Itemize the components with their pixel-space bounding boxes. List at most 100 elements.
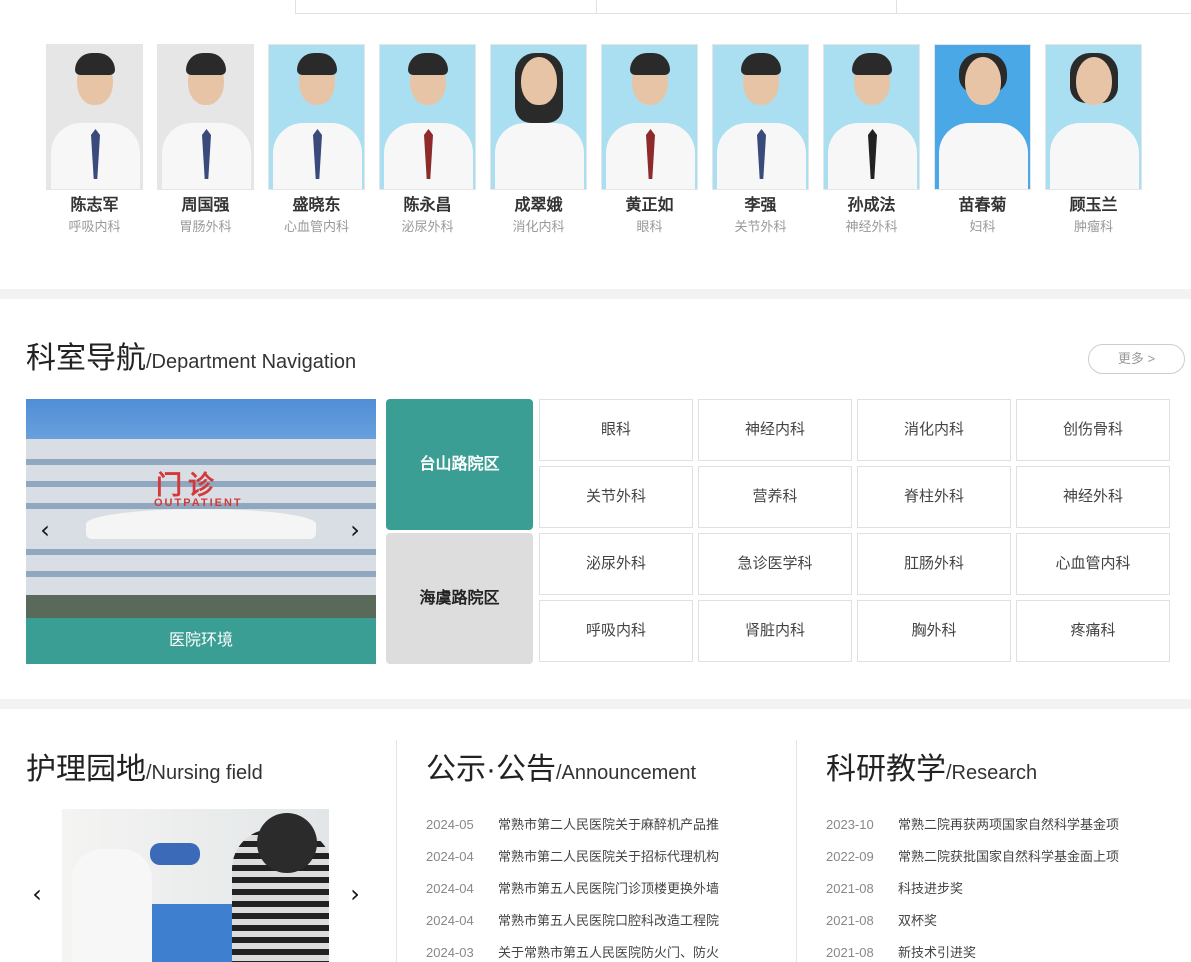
doctor-department: 泌尿外科 — [401, 219, 454, 234]
news-title[interactable]: 双杯奖 — [898, 913, 937, 928]
research-item[interactable]: 2021-08 新技术引进奖 — [826, 943, 976, 962]
campus-tab-haiyu[interactable]: 海虞路院区 — [386, 533, 533, 664]
department-link[interactable]: 肾脏内科 — [698, 600, 852, 662]
doctor-card[interactable]: 陈永昌 泌尿外科 — [379, 44, 476, 236]
department-link[interactable]: 胸外科 — [857, 600, 1011, 662]
doctor-name[interactable]: 孙成法 — [823, 196, 920, 216]
doctor-photo[interactable] — [157, 44, 254, 190]
news-date: 2024-04 — [426, 913, 474, 928]
nurse-shape — [72, 849, 152, 962]
doctor-card[interactable]: 成翠娥 消化内科 — [490, 44, 587, 236]
department-link[interactable]: 疼痛科 — [1016, 600, 1170, 662]
department-link[interactable]: 创伤骨科 — [1016, 399, 1170, 461]
doctor-name[interactable]: 顾玉兰 — [1045, 196, 1142, 216]
news-date: 2021-08 — [826, 945, 874, 960]
doctor-card[interactable]: 周国强 胃肠外科 — [157, 44, 254, 236]
announcement-item[interactable]: 2024-05 常熟市第二人民医院关于麻醉机产品推 — [426, 815, 719, 835]
news-title[interactable]: 常熟二院获批国家自然科学基金面上项 — [898, 849, 1119, 864]
tab-divider — [896, 0, 897, 14]
doctor-photo[interactable] — [379, 44, 476, 190]
department-link[interactable]: 泌尿外科 — [539, 533, 693, 595]
announcement-title: 公示·公告/Announcement — [426, 752, 696, 791]
news-date: 2021-08 — [826, 881, 874, 896]
chevron-left-icon[interactable]: ‹ — [34, 518, 56, 542]
news-title[interactable]: 关于常熟市第五人民医院防火门、防火 — [498, 945, 719, 960]
department-link[interactable]: 呼吸内科 — [539, 600, 693, 662]
doctor-photo[interactable] — [601, 44, 698, 190]
news-title[interactable]: 常熟市第五人民医院口腔科改造工程院 — [498, 913, 719, 928]
news-date: 2024-04 — [426, 881, 474, 896]
news-date: 2023-10 — [826, 817, 874, 832]
department-link[interactable]: 神经外科 — [1016, 466, 1170, 528]
doctor-department: 肿瘤科 — [1073, 219, 1113, 234]
announcement-item[interactable]: 2024-04 常熟市第五人民医院门诊顶楼更换外墙 — [426, 879, 719, 899]
doctor-card[interactable]: 苗春菊 妇科 — [934, 44, 1031, 236]
news-date: 2021-08 — [826, 913, 874, 928]
news-title[interactable]: 常熟市第五人民医院门诊顶楼更换外墙 — [498, 881, 719, 896]
doctor-name[interactable]: 成翠娥 — [490, 196, 587, 216]
news-title[interactable]: 科技进步奖 — [898, 881, 963, 896]
doctor-card[interactable]: 黄正如 眼科 — [601, 44, 698, 236]
doctor-department: 妇科 — [969, 219, 996, 234]
chevron-right-icon[interactable]: › — [344, 882, 366, 906]
department-link[interactable]: 肛肠外科 — [857, 533, 1011, 595]
announcement-item[interactable]: 2024-04 常熟市第二人民医院关于招标代理机构 — [426, 847, 719, 867]
department-link[interactable]: 关节外科 — [539, 466, 693, 528]
department-link[interactable]: 营养科 — [698, 466, 852, 528]
doctor-card[interactable]: 李强 关节外科 — [712, 44, 809, 236]
hospital-environment-carousel[interactable]: 门诊 OUTPATIENT ‹ › 医院环境 — [26, 399, 376, 664]
announcement-item[interactable]: 2024-03 关于常熟市第五人民医院防火门、防火 — [426, 943, 719, 962]
doctor-photo[interactable] — [268, 44, 365, 190]
expert-doctor-list: 陈志军 呼吸内科 周国强 胃肠外科 盛晓东 心血管内科 陈永昌 泌尿外科 成翠娥… — [46, 44, 1146, 244]
news-title[interactable]: 新技术引进奖 — [898, 945, 976, 960]
doctor-card[interactable]: 盛晓东 心血管内科 — [268, 44, 365, 236]
department-link[interactable]: 脊柱外科 — [857, 466, 1011, 528]
doctor-name[interactable]: 周国强 — [157, 196, 254, 216]
doctor-name[interactable]: 陈永昌 — [379, 196, 476, 216]
news-title[interactable]: 常熟市第二人民医院关于麻醉机产品推 — [498, 817, 719, 832]
research-item[interactable]: 2021-08 科技进步奖 — [826, 879, 963, 899]
environment-caption[interactable]: 医院环境 — [26, 618, 376, 664]
column-divider — [396, 740, 397, 962]
department-nav-title: 科室导航/Department Navigation — [26, 341, 356, 380]
chevron-left-icon[interactable]: ‹ — [26, 882, 48, 906]
doctor-card[interactable]: 顾玉兰 肿瘤科 — [1045, 44, 1142, 236]
nursing-carousel-image[interactable] — [62, 809, 329, 962]
chevron-right-icon[interactable]: › — [344, 518, 366, 542]
announcement-item[interactable]: 2024-04 常熟市第五人民医院口腔科改造工程院 — [426, 911, 719, 931]
department-link[interactable]: 心血管内科 — [1016, 533, 1170, 595]
doctor-name[interactable]: 李强 — [712, 196, 809, 216]
campus-tab-taishan[interactable]: 台山路院区 — [386, 399, 533, 530]
building-stripe — [26, 549, 376, 555]
doctor-photo[interactable] — [46, 44, 143, 190]
news-title[interactable]: 常熟市第二人民医院关于招标代理机构 — [498, 849, 719, 864]
doctor-photo[interactable] — [1045, 44, 1142, 190]
research-item[interactable]: 2023-10 常熟二院再获两项国家自然科学基金项 — [826, 815, 1119, 835]
department-link[interactable]: 神经内科 — [698, 399, 852, 461]
doctor-photo[interactable] — [712, 44, 809, 190]
doctor-name[interactable]: 黄正如 — [601, 196, 698, 216]
doctor-department: 心血管内科 — [283, 219, 349, 234]
doctor-name[interactable]: 苗春菊 — [934, 196, 1031, 216]
doctor-name[interactable]: 陈志军 — [46, 196, 143, 216]
column-divider — [796, 740, 797, 962]
research-item[interactable]: 2022-09 常熟二院获批国家自然科学基金面上项 — [826, 847, 1119, 867]
doctor-photo[interactable] — [934, 44, 1031, 190]
section-divider — [0, 289, 1191, 299]
doctor-department: 消化内科 — [512, 219, 565, 234]
doctor-card[interactable]: 陈志军 呼吸内科 — [46, 44, 143, 236]
more-departments-button[interactable]: 更多 > — [1088, 344, 1185, 374]
doctor-photo[interactable] — [823, 44, 920, 190]
top-tab-strip — [295, 0, 1191, 14]
news-title[interactable]: 常熟二院再获两项国家自然科学基金项 — [898, 817, 1119, 832]
doctor-department: 眼科 — [636, 219, 663, 234]
department-link[interactable]: 急诊医学科 — [698, 533, 852, 595]
department-link[interactable]: 眼科 — [539, 399, 693, 461]
research-item[interactable]: 2021-08 双杯奖 — [826, 911, 937, 931]
ground — [26, 595, 376, 619]
research-title-cn: 科研教学 — [826, 753, 946, 786]
department-link[interactable]: 消化内科 — [857, 399, 1011, 461]
doctor-card[interactable]: 孙成法 神经外科 — [823, 44, 920, 236]
doctor-name[interactable]: 盛晓东 — [268, 196, 365, 216]
doctor-photo[interactable] — [490, 44, 587, 190]
